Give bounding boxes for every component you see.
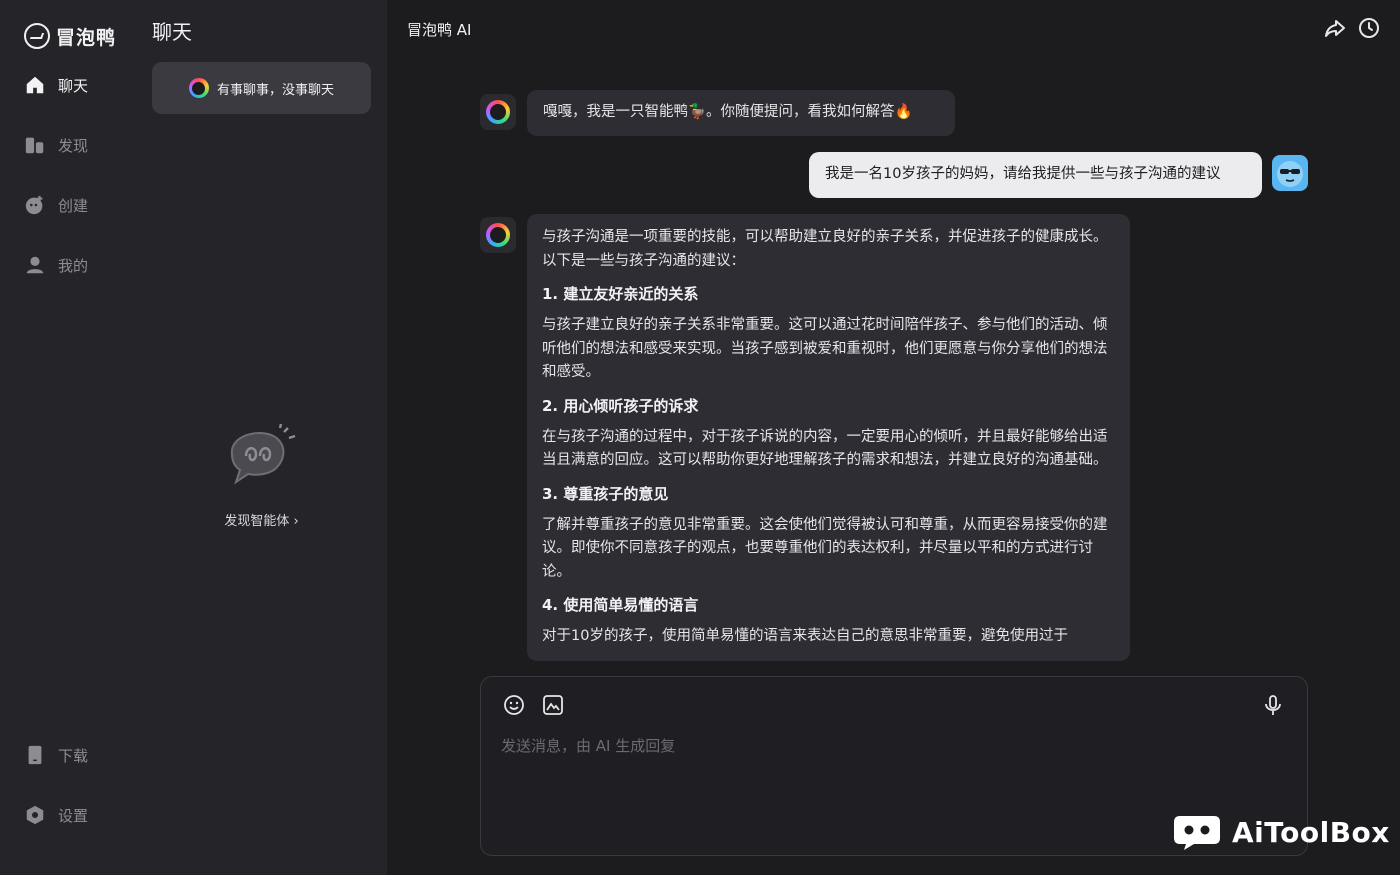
cool-face-icon (1277, 161, 1303, 187)
nav-item-download[interactable]: 下载 (24, 742, 88, 768)
nav-label: 设置 (58, 806, 89, 825)
watermark: AiToolBox (1172, 812, 1390, 852)
chat-item-label: 有事聊事，没事聊天 (216, 82, 334, 98)
response-paragraph: 在与孩子沟通的过程中，对于孩子诉说的内容，一定要用心的倾听，并且最好能够给出适当… (542, 428, 1108, 469)
response-intro: 与孩子沟通是一项重要的技能，可以帮助建立良好的亲子关系，并促进孩子的健康成长。以… (542, 229, 1108, 269)
response-heading: 1. 建立友好亲近的关系 (542, 285, 699, 303)
chat-list-item[interactable]: 有事聊事，没事聊天 (152, 62, 371, 114)
image-icon[interactable] (541, 693, 565, 717)
duck-logo-icon (24, 23, 50, 49)
nav-label: 下载 (58, 746, 89, 765)
response-heading: 3. 尊重孩子的意见 (542, 484, 669, 503)
nav-item-settings[interactable]: 设置 (24, 802, 88, 828)
chat-bubble-logo-icon (1174, 816, 1220, 850)
response-paragraph: 对于10岁的孩子，使用简单易懂的语言来表达自己的意思非常重要，避免使用过于 (542, 628, 1068, 644)
message-text: 我是一名10岁孩子的妈妈，请给我提供一些与孩子沟通的建议 (825, 166, 1221, 182)
bot-logo-icon (486, 100, 510, 124)
phone-icon (24, 744, 46, 766)
bot-logo-icon (486, 223, 510, 247)
discover-agents-link[interactable]: 发现智能体 › (136, 510, 387, 529)
history-icon[interactable] (1357, 16, 1381, 40)
emoji-icon[interactable] (502, 693, 526, 717)
nav-label: 发现 (58, 136, 89, 155)
response-paragraph: 与孩子建立良好的亲子关系非常重要。这可以通过花时间陪伴孩子、参与他们的活动、倾听… (542, 317, 1108, 380)
logo-text: 冒泡鸭 (56, 26, 117, 49)
nav-item-chat[interactable]: 聊天 (24, 72, 88, 98)
bot-avatar (480, 94, 516, 130)
nav-item-create[interactable]: 创建 (24, 192, 88, 218)
bot-avatar (480, 217, 516, 253)
response-heading: 4. 使用简单易懂的语言 (542, 596, 699, 614)
microphone-icon[interactable] (1261, 693, 1285, 717)
speech-bubble-icon (222, 423, 302, 488)
bot-message-response: 与孩子沟通是一项重要的技能，可以帮助建立良好的亲子关系，并促进孩子的健康成长。以… (527, 214, 1130, 676)
message-input[interactable] (501, 735, 1281, 835)
nav-label: 聊天 (58, 76, 89, 95)
message-text: 嘎嘎，我是一只智能鸭🦆。你随便提问，看我如何解答🔥 (543, 104, 913, 120)
bot-message-greeting: 嘎嘎，我是一只智能鸭🦆。你随便提问，看我如何解答🔥 (527, 90, 955, 136)
nav-item-mine[interactable]: 我的 (24, 252, 88, 278)
settings-icon (24, 804, 46, 826)
sidebar-title: 聊天 (152, 20, 192, 44)
watermark-text: AiToolBox (1232, 815, 1390, 849)
user-message: 我是一名10岁孩子的妈妈，请给我提供一些与孩子沟通的建议 (809, 152, 1262, 198)
chat-title: 冒泡鸭 AI (407, 21, 472, 39)
nav-label: 我的 (58, 256, 89, 275)
nav-label: 创建 (58, 196, 89, 215)
bot-avatar-icon (188, 78, 209, 98)
primary-nav: 冒泡鸭 聊天 发现 创建 我的 下载 设置 (0, 0, 136, 875)
discover-icon (24, 134, 46, 156)
share-icon[interactable] (1323, 16, 1347, 40)
app-logo[interactable]: 冒泡鸭 (24, 22, 116, 50)
chat-list-panel: 聊天 有事聊事，没事聊天 发现智能体 › (136, 0, 387, 875)
user-icon (24, 254, 46, 276)
user-avatar (1272, 155, 1308, 191)
nav-item-discover[interactable]: 发现 (24, 132, 88, 158)
create-icon (24, 194, 46, 216)
response-paragraph: 了解并尊重孩子的意见非常重要。这会使他们觉得被认可和尊重，从而更容易接受你的建议… (542, 516, 1108, 580)
response-heading: 2. 用心倾听孩子的诉求 (542, 396, 699, 415)
home-icon (24, 74, 46, 96)
